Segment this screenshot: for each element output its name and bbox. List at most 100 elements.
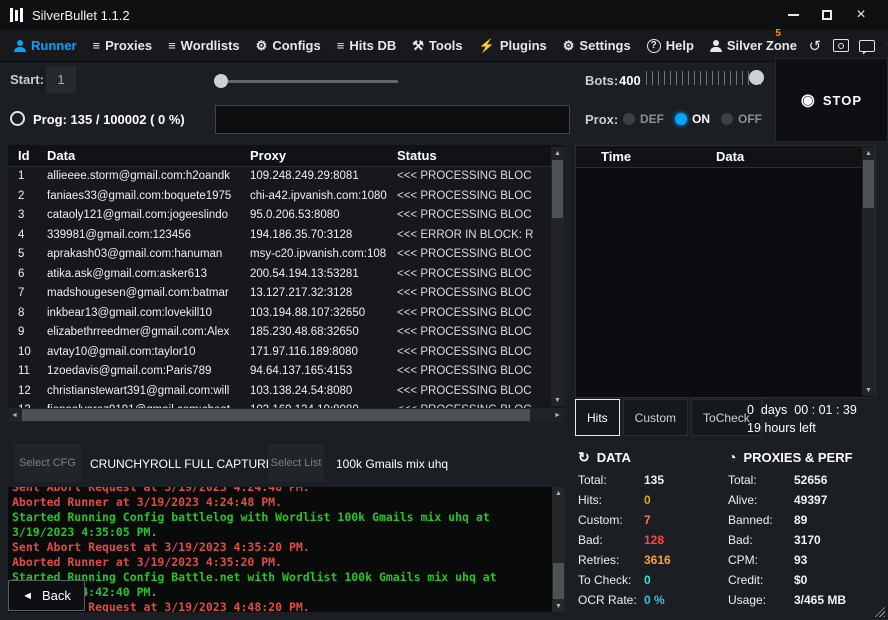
prox-option-label: ON [692,112,710,126]
scroll-up-icon[interactable]: ▲ [862,147,875,159]
stat-value: 52656 [794,473,827,487]
nav-item-silver-zone[interactable]: Silver Zone5 [702,30,805,61]
nav-item-configs[interactable]: ⚙Configs [248,30,329,61]
radio-dot-icon [721,113,733,125]
log-vertical-scrollbar[interactable]: ▲ ▼ [552,487,565,612]
table-row[interactable]: 12christianstewart391@gmail.com:will103.… [8,382,564,402]
scrollbar-thumb[interactable] [552,160,563,218]
stat-value: 0 [644,493,651,507]
column-header-time: Time [576,149,716,164]
stat-label: Total: [578,473,644,487]
scroll-up-icon[interactable]: ▲ [552,487,565,499]
select-cfg-button[interactable]: Select CFG [14,444,81,482]
start-slider[interactable] [216,80,398,83]
telegram-icon[interactable]: ➤ [883,36,888,56]
start-slider-handle[interactable] [214,74,228,88]
table-row[interactable]: 9elizabethrreedmer@gmail.com:Alex185.230… [8,323,564,343]
navbar: Runner≡Proxies≡Wordlists⚙Configs≡Hits DB… [0,30,888,62]
refresh-icon: ↻ [578,449,590,466]
scrollbar-thumb[interactable] [553,563,564,599]
list-icon: ≡ [93,39,101,52]
nav-item-hits-db[interactable]: ≡Hits DB [329,30,405,61]
minimize-button[interactable] [776,0,810,30]
scroll-left-icon[interactable]: ◄ [8,408,21,422]
nav-item-tools[interactable]: ⚒Tools [404,30,470,61]
nav-item-label: Runner [31,38,77,53]
table-row[interactable]: 7madshougesen@gmail.com:batmar13.127.217… [8,284,564,304]
table-row[interactable]: 111zoedavis@gmail.com:Paris78994.64.137.… [8,362,564,382]
nav-item-plugins[interactable]: ⚡Plugins [471,30,555,61]
stat-row: Banned:89 [728,510,878,530]
table-row[interactable]: 10avtay10@gmail.com:taylor10171.97.116.1… [8,343,564,363]
nav-item-help[interactable]: ?Help [639,30,702,61]
back-button[interactable]: ◄ Back [8,580,85,611]
nav-item-wordlists[interactable]: ≡Wordlists [160,30,248,61]
hits-vertical-scrollbar[interactable]: ▲ ▼ [862,147,875,396]
prox-off-toggle[interactable]: OFF [721,112,762,126]
camera-icon[interactable] [831,36,851,56]
nav-item-label: Proxies [105,38,152,53]
table-row[interactable]: 6atika.ask@gmail.com:asker613200.54.194.… [8,265,564,285]
bots-slider[interactable] [646,71,766,85]
stat-value: 135 [644,473,664,487]
prox-on-toggle[interactable]: ON [675,112,710,126]
log-lines: Sent Abort Request at 3/19/2023 4:24:48 … [8,487,565,612]
scrollbar-thumb[interactable] [863,160,874,208]
table-row[interactable]: 4339981@gmail.com:123456194.186.35.70:31… [8,226,564,246]
stat-value: 3170 [794,533,821,547]
scroll-down-icon[interactable]: ▼ [862,384,875,396]
gear-icon: ⚙ [563,39,575,52]
progress-radio[interactable] [10,111,25,126]
radio-dot-icon [623,113,635,125]
log-line: Sent Abort Request at 3/19/2023 4:48:20 … [12,600,549,612]
maximize-button[interactable] [810,0,844,30]
table-row[interactable]: 5aprakash03@gmail.com:hanumanmsy-c20.ipv… [8,245,564,265]
stat-row: Total:52656 [728,470,878,490]
nav-item-runner[interactable]: Runner [6,30,85,61]
prox-def-toggle[interactable]: DEF [623,112,664,126]
nav-item-settings[interactable]: ⚙Settings [555,30,639,61]
close-button[interactable]: × [844,0,878,30]
table-row[interactable]: 13fionaalvarez9191@gmail.com:cheat103.16… [8,401,564,408]
cell-proxy: 94.64.137.165:4153 [250,362,397,382]
stat-value: 89 [794,513,807,527]
results-vertical-scrollbar[interactable]: ▲ ▼ [551,147,564,406]
scroll-down-icon[interactable]: ▼ [551,394,564,406]
stat-row: Retries:3616 [578,550,728,570]
cell-proxy: msy-c20.ipvanish.com:108 [250,245,397,265]
select-list-button[interactable]: Select List [268,444,324,482]
cell-status: <<< PROCESSING BLOC [397,382,564,402]
scroll-right-icon[interactable]: ► [551,408,564,422]
cell-status: <<< PROCESSING BLOC [397,167,564,187]
table-row[interactable]: 8inkbear13@gmail.com:lovekill10103.194.8… [8,304,564,324]
nav-item-label: Plugins [500,38,547,53]
cell-data: christianstewart391@gmail.com:will [47,382,250,402]
stop-button[interactable]: ◉ STOP [775,58,888,142]
log-line: Aborted Runner at 3/19/2023 4:24:48 PM. [12,495,549,510]
stat-label: Bad: [578,533,644,547]
close-icon: × [856,6,865,24]
cell-proxy: 200.54.194.13:53281 [250,265,397,285]
nav-item-label: Configs [272,38,320,53]
table-row[interactable]: 2faniaes33@gmail.com:boquete1975chi-a42.… [8,187,564,207]
table-row[interactable]: 1allieeee.storm@gmail.com:h2oandk109.248… [8,167,564,187]
scrollbar-thumb[interactable] [22,409,530,421]
cell-data: avtay10@gmail.com:taylor10 [47,343,250,363]
stat-label: Credit: [728,573,794,587]
history-icon[interactable]: ↺ [805,36,825,56]
table-row[interactable]: 3cataoly121@gmail.com:jogeeslindo95.0.20… [8,206,564,226]
scroll-up-icon[interactable]: ▲ [551,147,564,159]
help-icon: ? [647,39,661,53]
start-input[interactable] [46,66,76,93]
stat-label: Usage: [728,593,794,607]
chat-icon[interactable] [857,36,877,56]
column-header-data: Data [716,149,744,164]
stat-row: Bad:128 [578,530,728,550]
nav-item-proxies[interactable]: ≡ Proxies [85,30,161,61]
results-horizontal-scrollbar[interactable]: ◄ ► [8,408,564,422]
scroll-down-icon[interactable]: ▼ [552,600,565,612]
tab-custom[interactable]: Custom [623,399,688,436]
bots-slider-handle[interactable] [749,70,764,85]
tab-hits[interactable]: Hits [575,399,620,436]
hits-panel: Time Data ▲ ▼ [575,145,876,398]
